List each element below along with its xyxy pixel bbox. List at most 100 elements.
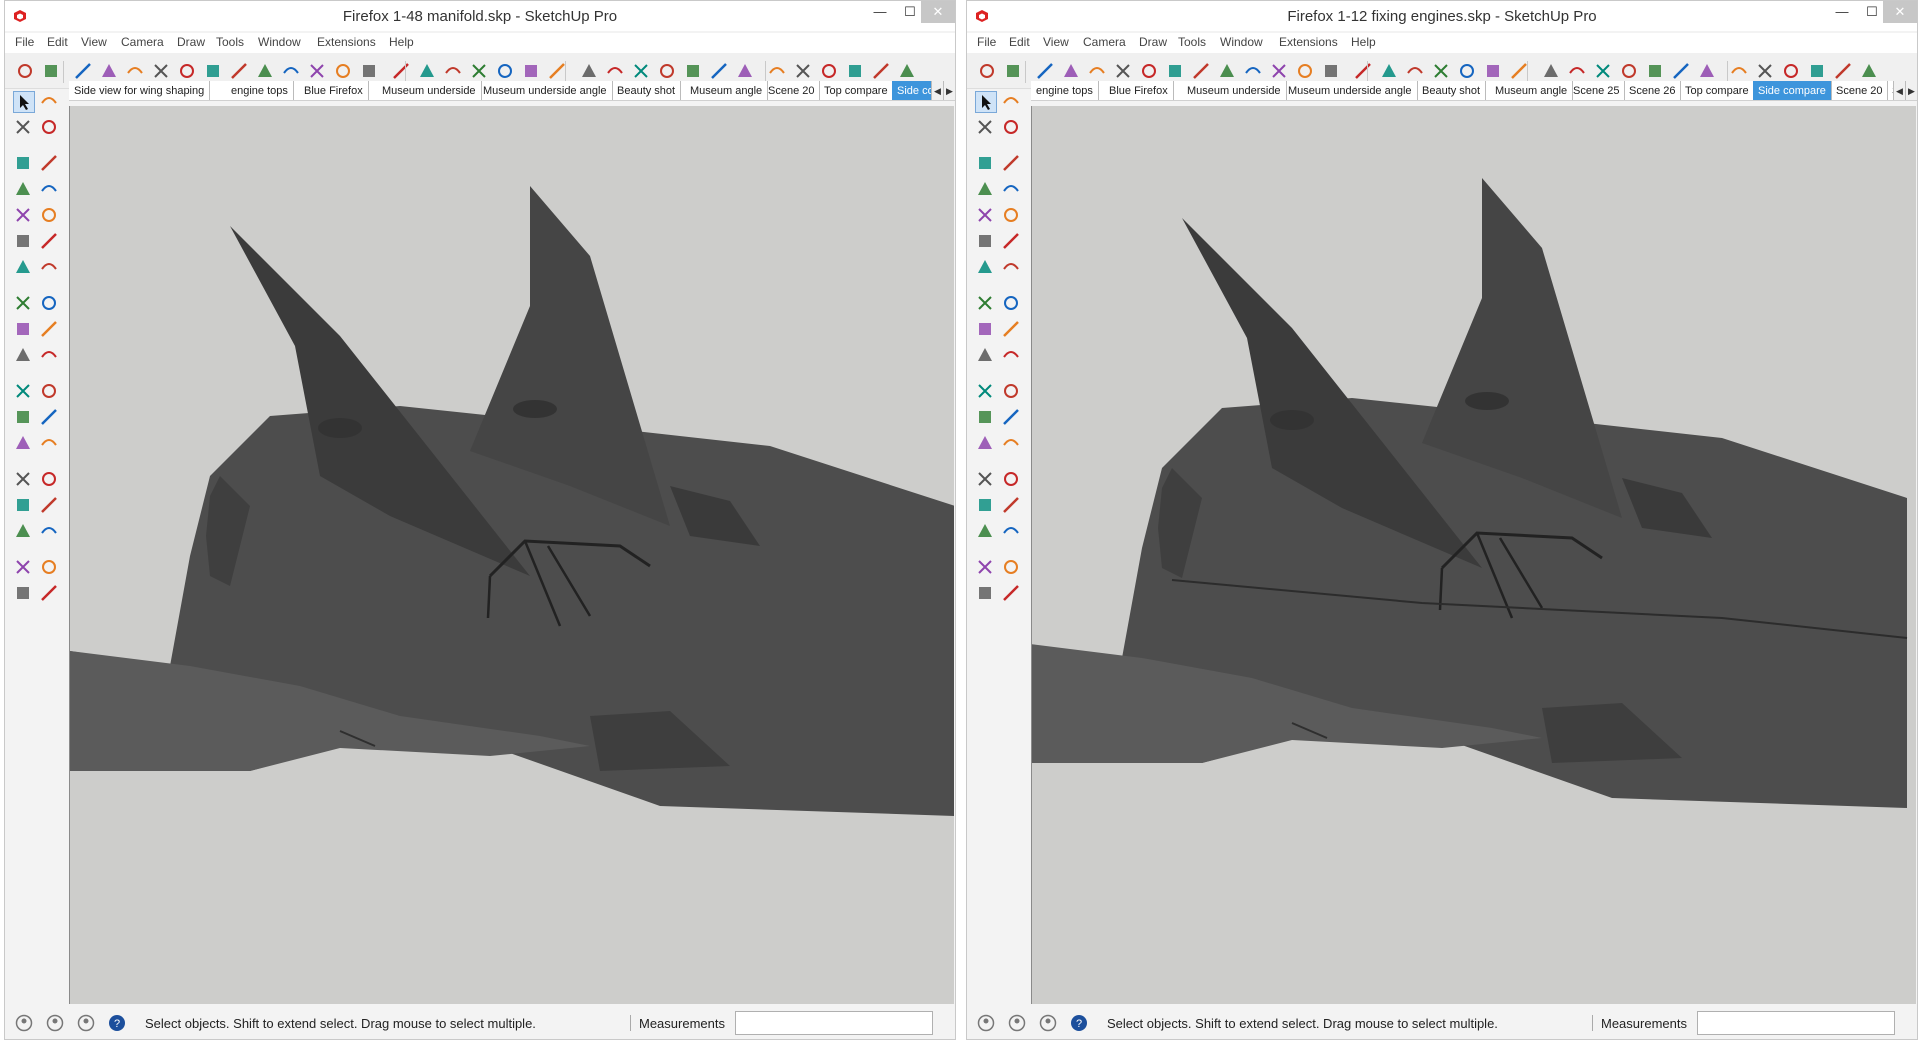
left-tool-17-icon[interactable]: [13, 319, 35, 341]
tab-scroll-right-icon[interactable]: ▶: [1905, 81, 1917, 100]
left-tool-25-icon[interactable]: [13, 433, 35, 455]
toolbar-tool-29-icon[interactable]: [1729, 61, 1749, 81]
scene-tab-museum-underside-angle[interactable]: Museum underside angle: [1283, 81, 1418, 100]
toolbar-tool-10-icon[interactable]: [255, 61, 275, 81]
left-tool-10-icon[interactable]: [1001, 205, 1023, 227]
toolbar-tool-14-icon[interactable]: [359, 61, 379, 81]
tab-scroll-left-icon[interactable]: ◀: [1893, 81, 1905, 100]
toolbar-tool-13-icon[interactable]: [333, 61, 353, 81]
left-tool-9-icon[interactable]: [13, 205, 35, 227]
scene-tab-side-view-for-wing-shaping[interactable]: Side view for wing shaping: [69, 81, 211, 100]
toolbar-tool-31-icon[interactable]: [819, 61, 839, 81]
left-tool-14-icon[interactable]: [39, 257, 61, 279]
toolbar-tool-21-icon[interactable]: [1509, 61, 1529, 81]
toolbar-tool-9-icon[interactable]: [1191, 61, 1211, 81]
toolbar-tool-23-icon[interactable]: [605, 61, 625, 81]
left-tool-7-icon[interactable]: [975, 179, 997, 201]
left-tool-26-icon[interactable]: [1001, 433, 1023, 455]
left-tool-27-icon[interactable]: [13, 469, 35, 491]
left-tool-18-icon[interactable]: [39, 319, 61, 341]
toolbar-tool-26-icon[interactable]: [683, 61, 703, 81]
left-tool-15-icon[interactable]: [975, 293, 997, 315]
menu-camera[interactable]: Camera: [1083, 35, 1126, 49]
aircraft-model[interactable]: [70, 186, 954, 816]
toolbar-tool-1-icon[interactable]: [15, 61, 35, 81]
scene-tab-beauty-shot[interactable]: Beauty shot: [1417, 81, 1487, 100]
toolbar-tool-28-icon[interactable]: [1697, 61, 1717, 81]
left-tool-7-icon[interactable]: [13, 179, 35, 201]
menu-view[interactable]: View: [1043, 35, 1069, 49]
toolbar-tool-17-icon[interactable]: [1405, 61, 1425, 81]
toolbar-tool-8-icon[interactable]: [1165, 61, 1185, 81]
left-tool-29-icon[interactable]: [13, 495, 35, 517]
credits-icon[interactable]: [1008, 1014, 1026, 1032]
close-icon[interactable]: ✕: [1883, 1, 1917, 23]
left-tool-25-icon[interactable]: [975, 433, 997, 455]
help-icon[interactable]: ?: [1070, 1014, 1088, 1032]
left-tool-3-icon[interactable]: [13, 117, 35, 139]
toolbar-tool-12-icon[interactable]: [1269, 61, 1289, 81]
toolbar-tool-11-icon[interactable]: [281, 61, 301, 81]
scene-tab-scene-25[interactable]: Scene 25: [1568, 81, 1626, 100]
toolbar-tool-34-icon[interactable]: [1859, 61, 1879, 81]
left-tool-4-icon[interactable]: [1001, 117, 1023, 139]
help-icon[interactable]: ?: [108, 1014, 126, 1032]
toolbar-tool-17-icon[interactable]: [443, 61, 463, 81]
left-tool-16-icon[interactable]: [39, 293, 61, 315]
scene-tab-museum-angle[interactable]: Museum angle: [1490, 81, 1574, 100]
menu-help[interactable]: Help: [389, 35, 414, 49]
left-tool-17-icon[interactable]: [975, 319, 997, 341]
scene-tab-engine-tops[interactable]: engine tops: [1031, 81, 1099, 100]
minimize-icon[interactable]: —: [1827, 1, 1857, 23]
toolbar-tool-26-icon[interactable]: [1645, 61, 1665, 81]
toolbar-tool-7-icon[interactable]: [177, 61, 197, 81]
left-tool-33-icon[interactable]: [975, 557, 997, 579]
toolbar-tool-12-icon[interactable]: [307, 61, 327, 81]
toolbar-tool-5-icon[interactable]: [1087, 61, 1107, 81]
scene-tab-blue-firefox[interactable]: Blue Firefox: [299, 81, 369, 100]
menu-window[interactable]: Window: [1220, 35, 1263, 49]
left-tool-12-icon[interactable]: [39, 231, 61, 253]
toolbar-tool-34-icon[interactable]: [897, 61, 917, 81]
left-tool-35-icon[interactable]: [975, 583, 997, 605]
minimize-icon[interactable]: —: [865, 1, 895, 23]
left-tool-19-icon[interactable]: [975, 345, 997, 367]
toolbar-tool-1-icon[interactable]: [977, 61, 997, 81]
left-tool-6-icon[interactable]: [1001, 153, 1023, 175]
left-tool-36-icon[interactable]: [1001, 583, 1023, 605]
scene-tab-museum-underside-angle[interactable]: Museum underside angle: [478, 81, 613, 100]
left-tool-23-icon[interactable]: [13, 407, 35, 429]
menu-tools[interactable]: Tools: [1178, 35, 1206, 49]
left-tool-23-icon[interactable]: [975, 407, 997, 429]
toolbar-tool-22-icon[interactable]: [1541, 61, 1561, 81]
toolbar-tool-24-icon[interactable]: [631, 61, 651, 81]
toolbar-tool-4-icon[interactable]: [99, 61, 119, 81]
left-tool-26-icon[interactable]: [39, 433, 61, 455]
toolbar-tool-3-icon[interactable]: [73, 61, 93, 81]
left-tool-28-icon[interactable]: [39, 469, 61, 491]
left-tool-22-icon[interactable]: [39, 381, 61, 403]
menu-draw[interactable]: Draw: [177, 35, 205, 49]
left-tool-20-icon[interactable]: [39, 345, 61, 367]
tab-scroll-right-icon[interactable]: ▶: [943, 81, 955, 100]
toolbar-tool-23-icon[interactable]: [1567, 61, 1587, 81]
left-tool-11-icon[interactable]: [975, 231, 997, 253]
toolbar-tool-11-icon[interactable]: [1243, 61, 1263, 81]
scene-tab-engine-tops[interactable]: engine tops: [226, 81, 294, 100]
toolbar-tool-13-icon[interactable]: [1295, 61, 1315, 81]
scene-tab-top-compare[interactable]: Top compare: [1680, 81, 1755, 100]
toolbar-tool-32-icon[interactable]: [845, 61, 865, 81]
left-tool-34-icon[interactable]: [1001, 557, 1023, 579]
left-tool-14-icon[interactable]: [1001, 257, 1023, 279]
left-tool-5-icon[interactable]: [13, 153, 35, 175]
toolbar-tool-19-icon[interactable]: [495, 61, 515, 81]
toolbar-tool-18-icon[interactable]: [469, 61, 489, 81]
toolbar-tool-24-icon[interactable]: [1593, 61, 1613, 81]
left-tool-4-icon[interactable]: [39, 117, 61, 139]
left-tool-22-icon[interactable]: [1001, 381, 1023, 403]
toolbar-tool-15-icon[interactable]: [1353, 61, 1373, 81]
left-tool-28-icon[interactable]: [1001, 469, 1023, 491]
left-tool-36-icon[interactable]: [39, 583, 61, 605]
left-tool-30-icon[interactable]: [39, 495, 61, 517]
toolbar-tool-30-icon[interactable]: [1755, 61, 1775, 81]
